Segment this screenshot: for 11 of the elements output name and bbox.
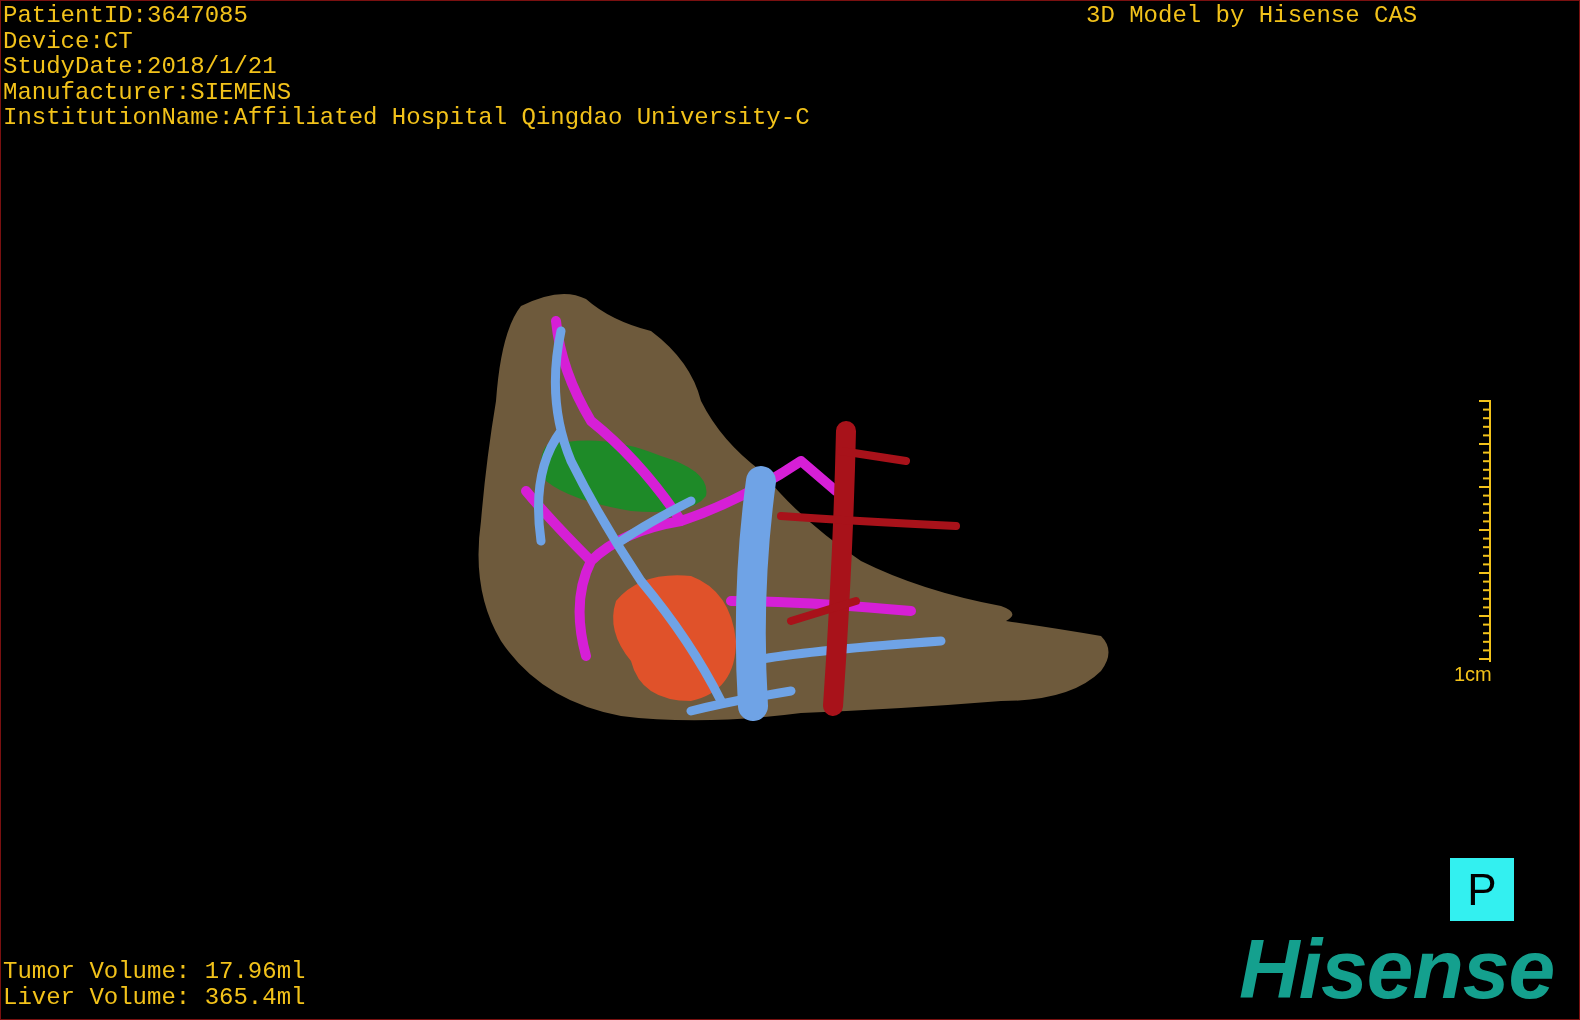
info-text: Device:CT: [3, 28, 134, 54]
title-text: 3D Model by Hisense CAS: [1086, 3, 1418, 29]
info-text: PatientID:3647085: [3, 3, 249, 29]
scale-label: 1cm: [1454, 663, 1492, 686]
logo-text: Hisense: [1239, 926, 1555, 1012]
info-text: StudyDate:2018/1/21: [3, 54, 278, 80]
orientation-marker: P: [1450, 858, 1514, 921]
volume-text: Liver Volume: 365.4ml: [3, 984, 306, 1010]
volume-text: Tumor Volume: 17.96ml: [3, 959, 306, 985]
info-text: InstitutionName:Affiliated Hospital Qingdao University-C: [3, 105, 810, 131]
info-text: Manufacturer:SIEMENS: [3, 79, 293, 105]
